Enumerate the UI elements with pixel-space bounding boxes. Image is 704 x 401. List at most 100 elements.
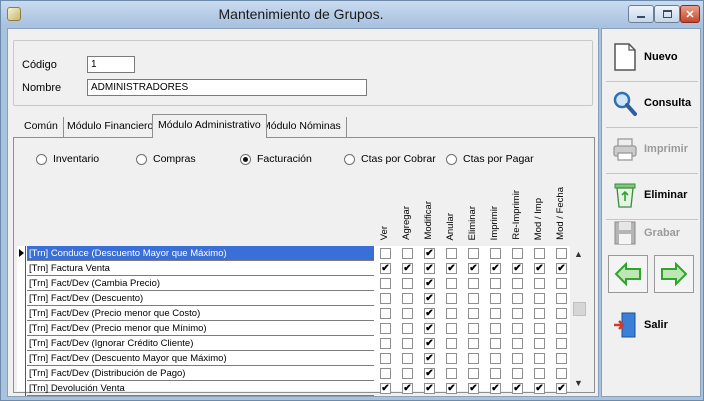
unchecked-checkbox[interactable] [534, 308, 545, 319]
unchecked-checkbox[interactable] [446, 323, 457, 334]
checked-checkbox[interactable]: ✔ [556, 383, 567, 394]
tab-modulo-nominas[interactable]: Módulo Nóminas [257, 117, 347, 137]
unchecked-checkbox[interactable] [446, 278, 457, 289]
row-name[interactable]: [Trn] Fact/Dev (Distribución de Pago) [27, 366, 374, 381]
checked-checkbox[interactable]: ✔ [512, 383, 523, 394]
checked-checkbox[interactable]: ✔ [490, 383, 501, 394]
row-selector[interactable] [17, 366, 26, 381]
checked-checkbox[interactable]: ✔ [424, 323, 435, 334]
title-bar[interactable]: Mantenimiento de Grupos. ✕ [1, 1, 703, 27]
unchecked-checkbox[interactable] [556, 248, 567, 259]
row-selector[interactable] [17, 276, 26, 291]
radio-inventario[interactable]: Inventario [36, 153, 99, 165]
unchecked-checkbox[interactable] [468, 323, 479, 334]
radio-facturacion[interactable]: Facturación [240, 153, 312, 165]
unchecked-checkbox[interactable] [534, 293, 545, 304]
row-name[interactable]: [Trn] Fact/Dev (Cambia Precio) [27, 276, 374, 291]
unchecked-checkbox[interactable] [490, 308, 501, 319]
table-row[interactable]: [Trn] Fact/Dev (Precio menor que Mínimo)… [17, 321, 570, 336]
row-name[interactable]: [Trn] Conduce (Descuento Mayor que Máxim… [27, 246, 374, 261]
unchecked-checkbox[interactable] [534, 278, 545, 289]
checked-checkbox[interactable]: ✔ [512, 263, 523, 274]
table-row[interactable]: [Trn] Fact/Dev (Distribución de Pago) ✔ [17, 366, 570, 381]
row-selector[interactable] [17, 291, 26, 306]
scroll-thumb[interactable] [573, 302, 586, 316]
checked-checkbox[interactable]: ✔ [468, 383, 479, 394]
codigo-field[interactable]: 1 [87, 56, 135, 73]
unchecked-checkbox[interactable] [512, 308, 523, 319]
unchecked-checkbox[interactable] [380, 278, 391, 289]
unchecked-checkbox[interactable] [556, 368, 567, 379]
row-name[interactable]: [Trn] Fact/Dev (Precio menor que Costo) [27, 306, 374, 321]
nuevo-button[interactable]: Nuevo [606, 37, 698, 77]
checked-checkbox[interactable]: ✔ [468, 263, 479, 274]
unchecked-checkbox[interactable] [380, 353, 391, 364]
unchecked-checkbox[interactable] [534, 248, 545, 259]
unchecked-checkbox[interactable] [446, 308, 457, 319]
row-selector[interactable] [17, 351, 26, 366]
table-row[interactable]: [Trn] Fact/Dev (Descuento Mayor que Máxi… [17, 351, 570, 366]
table-row[interactable]: [Trn] Conduce (Descuento Mayor que Máxim… [17, 246, 570, 261]
unchecked-checkbox[interactable] [512, 293, 523, 304]
checked-checkbox[interactable]: ✔ [402, 263, 413, 274]
unchecked-checkbox[interactable] [446, 293, 457, 304]
unchecked-checkbox[interactable] [380, 248, 391, 259]
unchecked-checkbox[interactable] [468, 308, 479, 319]
checked-checkbox[interactable]: ✔ [424, 368, 435, 379]
table-row[interactable]: [Trn] Devolución Venta ✔ ✔ ✔ ✔ ✔ ✔ ✔ ✔ ✔ [17, 381, 570, 396]
unchecked-checkbox[interactable] [402, 293, 413, 304]
unchecked-checkbox[interactable] [468, 293, 479, 304]
unchecked-checkbox[interactable] [556, 278, 567, 289]
unchecked-checkbox[interactable] [556, 323, 567, 334]
checked-checkbox[interactable]: ✔ [556, 263, 567, 274]
unchecked-checkbox[interactable] [534, 338, 545, 349]
row-selector[interactable] [17, 336, 26, 351]
tab-modulo-financiero[interactable]: Módulo Financiero [62, 117, 160, 137]
row-name[interactable]: [Trn] Fact/Dev (Ignorar Crédito Cliente) [27, 336, 374, 351]
unchecked-checkbox[interactable] [468, 248, 479, 259]
unchecked-checkbox[interactable] [490, 293, 501, 304]
unchecked-checkbox[interactable] [402, 248, 413, 259]
maximize-button[interactable] [654, 5, 680, 23]
consulta-button[interactable]: Consulta [606, 83, 698, 123]
row-selector[interactable] [17, 261, 26, 276]
eliminar-button[interactable]: Eliminar [606, 175, 698, 215]
unchecked-checkbox[interactable] [402, 368, 413, 379]
minimize-button[interactable] [628, 5, 654, 23]
row-selector[interactable] [17, 381, 26, 396]
row-name[interactable]: [Trn] Fact/Dev (Precio menor que Mínimo) [27, 321, 374, 336]
table-row[interactable]: [Trn] Fact/Dev (Precio menor que Costo) ✔ [17, 306, 570, 321]
checked-checkbox[interactable]: ✔ [380, 383, 391, 394]
checked-checkbox[interactable]: ✔ [490, 263, 501, 274]
unchecked-checkbox[interactable] [556, 338, 567, 349]
unchecked-checkbox[interactable] [512, 278, 523, 289]
checked-checkbox[interactable]: ✔ [534, 263, 545, 274]
previous-button[interactable] [608, 255, 648, 293]
row-name[interactable]: [Trn] Devolución Venta [27, 381, 374, 396]
unchecked-checkbox[interactable] [446, 338, 457, 349]
row-name[interactable]: [Trn] Fact/Dev (Descuento) [27, 291, 374, 306]
tab-comun[interactable]: Común [19, 117, 64, 137]
unchecked-checkbox[interactable] [402, 353, 413, 364]
unchecked-checkbox[interactable] [402, 338, 413, 349]
unchecked-checkbox[interactable] [468, 278, 479, 289]
row-selector[interactable] [17, 321, 26, 336]
unchecked-checkbox[interactable] [468, 353, 479, 364]
unchecked-checkbox[interactable] [490, 248, 501, 259]
checked-checkbox[interactable]: ✔ [424, 263, 435, 274]
scroll-up-icon[interactable]: ▲ [574, 249, 583, 259]
vertical-scrollbar[interactable]: ▲ ▼ [571, 246, 588, 391]
nombre-field[interactable]: ADMINISTRADORES [87, 79, 367, 96]
radio-ctas-por-cobrar[interactable]: Ctas por Cobrar [344, 153, 436, 165]
row-selector[interactable] [17, 246, 26, 261]
unchecked-checkbox[interactable] [380, 293, 391, 304]
permissions-grid[interactable]: [Trn] Conduce (Descuento Mayor que Máxim… [17, 246, 570, 396]
unchecked-checkbox[interactable] [446, 248, 457, 259]
unchecked-checkbox[interactable] [402, 323, 413, 334]
row-selector[interactable] [17, 306, 26, 321]
unchecked-checkbox[interactable] [402, 278, 413, 289]
unchecked-checkbox[interactable] [556, 353, 567, 364]
checked-checkbox[interactable]: ✔ [446, 383, 457, 394]
unchecked-checkbox[interactable] [380, 308, 391, 319]
unchecked-checkbox[interactable] [490, 353, 501, 364]
